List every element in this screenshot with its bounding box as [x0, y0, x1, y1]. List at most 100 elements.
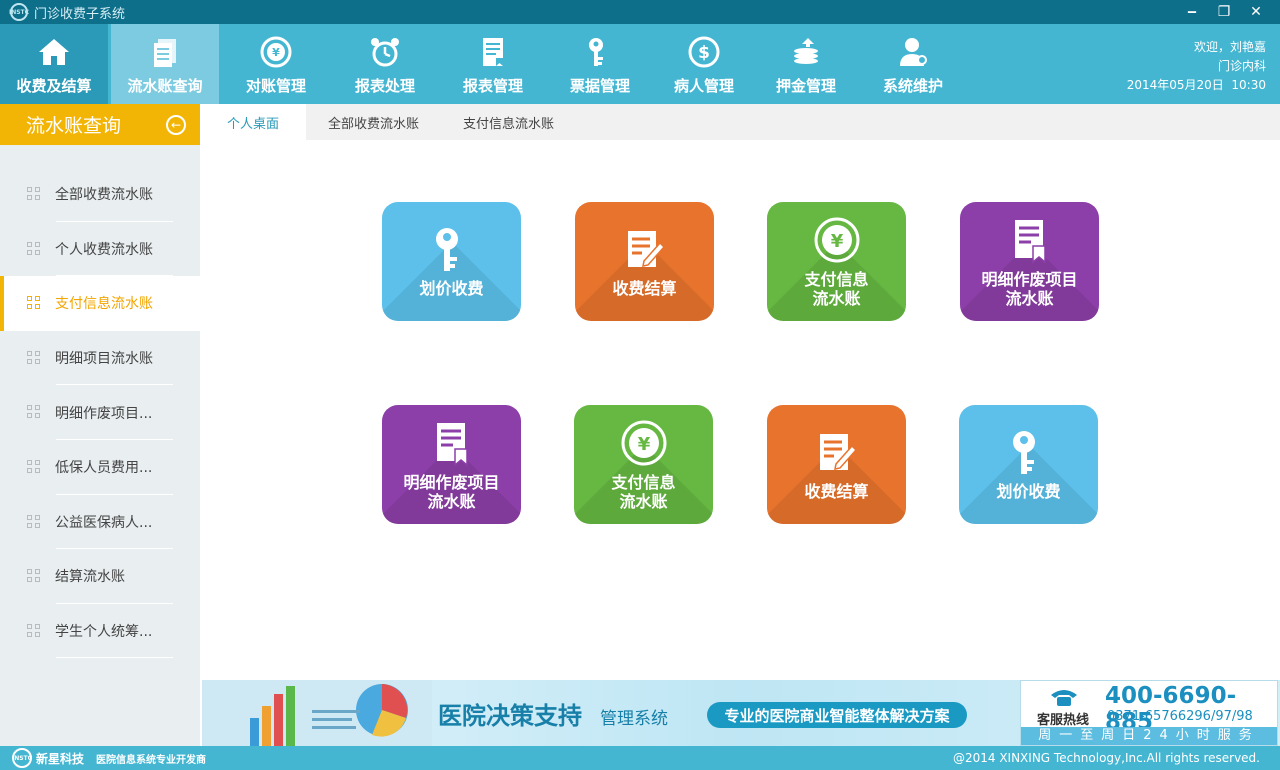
sidebar-item-label: 低保人员费用...: [55, 460, 153, 477]
key-icon: [435, 228, 458, 271]
app-logo-icon: INSTC: [9, 3, 29, 21]
tile-voided-items-ledger[interactable]: 明细作废项目 流水账: [382, 405, 521, 524]
sidebar-item-all-charges[interactable]: 全部收费流水账: [0, 167, 200, 222]
tile-pricing-charge[interactable]: 划价收费: [959, 405, 1098, 524]
copyright-text: @2014 XINXING Technology,Inc.All rights …: [952, 751, 1260, 765]
yuan-coin-icon: ¥: [621, 420, 666, 465]
grid-icon: [27, 514, 41, 529]
hotline-number-secondary: 0371-65766296/97/98: [1107, 709, 1253, 724]
minimize-button[interactable]: ‒: [1176, 4, 1208, 20]
nav-item-label: 押金管理: [775, 77, 836, 95]
sidebar-title-label: 流水账查询: [26, 115, 122, 137]
sidebar-item-label: 学生个人统筹...: [55, 624, 153, 641]
grid-icon: [27, 623, 41, 638]
sidebar-item-payment-info[interactable]: 支付信息流水账: [0, 276, 200, 331]
close-button[interactable]: ✕: [1240, 4, 1272, 20]
tile-charge-settlement[interactable]: 收费结算: [575, 202, 714, 321]
window-controls: ‒ ❐ ✕: [1176, 0, 1272, 24]
back-arrow-icon[interactable]: ←: [166, 115, 186, 135]
nav-item-label: 收费及结算: [16, 77, 92, 95]
deposit-icon: [794, 38, 818, 64]
banner-title: 医院决策支持: [438, 702, 582, 730]
nav-item-receipt-management[interactable]: 票据管理: [546, 24, 654, 104]
sidebar-title: 流水账查询 ←: [0, 104, 200, 145]
sidebar-item-personal-charges[interactable]: 个人收费流水账: [0, 222, 200, 277]
nav-item-deposit-management[interactable]: 押金管理: [752, 24, 860, 104]
chart-illustration-icon: [202, 680, 432, 746]
tab-payment-info[interactable]: 支付信息流水账: [441, 104, 576, 140]
tile-label: 明细作废项目 流水账: [403, 472, 500, 511]
advertisement-banner[interactable]: 医院决策支持 管理系统 专业的医院商业智能整体解决方案 客服热线 400-669…: [202, 680, 1280, 746]
svg-text:¥: ¥: [637, 434, 650, 455]
nav-item-reconciliation[interactable]: ¥ 对账管理: [222, 24, 330, 104]
user-settings-icon: [900, 38, 927, 66]
sidebar-item-low-income[interactable]: 低保人员费用...: [0, 440, 200, 495]
nav-item-label: 病人管理: [673, 77, 734, 95]
grid-icon: [27, 187, 41, 201]
status-bar: INSTC 新星科技 医院信息系统专业开发商 @2014 XINXING Tec…: [0, 746, 1280, 770]
restore-button[interactable]: ❐: [1208, 4, 1240, 20]
tab-personal-desktop[interactable]: 个人桌面: [200, 104, 307, 140]
nav-item-patient-management[interactable]: $ 病人管理: [650, 24, 758, 104]
dollar-coin-icon: $: [688, 36, 720, 68]
sidebar-item-detail-items[interactable]: 明细项目流水账: [0, 331, 200, 386]
hotline-hours: 周一至周日24小时服务: [1021, 727, 1277, 745]
nav-item-report-processing[interactable]: 报表处理: [331, 24, 439, 104]
tile-label: 划价收费: [996, 482, 1061, 501]
sidebar-item-label: 支付信息流水账: [55, 296, 153, 313]
tab-all-charges[interactable]: 全部收费流水账: [306, 104, 441, 140]
grid-icon: [27, 350, 41, 365]
report-icon: [483, 38, 503, 66]
key-icon: [589, 38, 603, 66]
sidebar-item-label: 结算流水账: [55, 569, 125, 586]
nav-item-ledger-query[interactable]: 流水账查询: [111, 24, 219, 104]
grid-icon: [27, 569, 41, 583]
bookmark-document-icon: [1014, 219, 1046, 264]
tile-voided-items-ledger[interactable]: 明细作废项目 流水账: [960, 202, 1099, 321]
alarm-clock-icon: [371, 38, 399, 67]
sidebar-item-student-pooling[interactable]: 学生个人统筹...: [0, 604, 200, 659]
tile-label: 收费结算: [612, 279, 677, 298]
grid-icon: [27, 241, 41, 256]
sidebar-item-public-insurance[interactable]: 公益医保病人...: [0, 495, 200, 550]
sidebar-item-label: 全部收费流水账: [55, 187, 153, 204]
sidebar-item-settlement[interactable]: 结算流水账: [0, 549, 200, 604]
nav-item-label: 流水账查询: [127, 77, 203, 95]
title-bar: INSTC 门诊收费子系统 ‒ ❐ ✕: [0, 0, 1280, 24]
nav-item-label: 报表管理: [462, 77, 523, 95]
key-icon: [1012, 431, 1035, 474]
company-brand: 新星科技: [36, 751, 85, 766]
nav-item-system-maintenance[interactable]: 系统维护: [859, 24, 967, 104]
user-department: 门诊内科: [1217, 59, 1266, 73]
sidebar-item-voided-items[interactable]: 明细作废项目...: [0, 385, 200, 440]
tile-label: 划价收费: [419, 279, 484, 298]
hotline-label: 客服热线: [1037, 713, 1090, 728]
nav-item-report-management[interactable]: 报表管理: [439, 24, 547, 104]
tile-payment-info-ledger[interactable]: ¥ 支付信息 流水账: [767, 202, 906, 321]
tile-label: 支付信息 流水账: [611, 472, 676, 511]
phone-icon: [1051, 690, 1077, 706]
nav-item-label: 系统维护: [882, 77, 943, 95]
banner-tagline: 专业的医院商业智能整体解决方案: [707, 702, 967, 728]
sidebar-list: 全部收费流水账 个人收费流水账 支付信息流水账 明细项目流水账 明细作废项目..…: [0, 167, 200, 659]
tab-bar: 个人桌面 全部收费流水账 支付信息流水账: [200, 104, 1280, 140]
window-title: 门诊收费子系统: [34, 6, 126, 22]
svg-text:¥: ¥: [272, 46, 280, 59]
home-icon: [39, 39, 69, 65]
nav-item-billing[interactable]: 收费及结算: [0, 24, 108, 104]
nav-item-label: 对账管理: [245, 77, 306, 95]
grid-icon: [27, 296, 41, 310]
tile-label: 明细作废项目 流水账: [981, 269, 1078, 308]
yuan-coin-icon: ¥: [260, 36, 292, 68]
top-navigation: 收费及结算 流水账查询 ¥ 对账管理 报表处理 报表管理 票据管理 $ 病人管理…: [0, 24, 1280, 104]
tile-payment-info-ledger[interactable]: ¥ 支付信息 流水账: [574, 405, 713, 524]
sidebar-item-label: 明细项目流水账: [55, 351, 153, 368]
svg-text:$: $: [698, 43, 710, 63]
user-info: 欢迎，刘艳嘉 门诊内科 2014年05月20日 10:30: [1127, 38, 1266, 95]
document-stack-icon: [154, 39, 176, 67]
company-slogan: 医院信息系统专业开发商: [96, 754, 207, 766]
hotline-box: 客服热线 400-6690-885 0371-65766296/97/98 周一…: [1020, 680, 1278, 746]
tile-charge-settlement[interactable]: 收费结算: [767, 405, 906, 524]
tile-pricing-charge[interactable]: 划价收费: [382, 202, 521, 321]
sidebar-item-label: 公益医保病人...: [55, 514, 153, 531]
